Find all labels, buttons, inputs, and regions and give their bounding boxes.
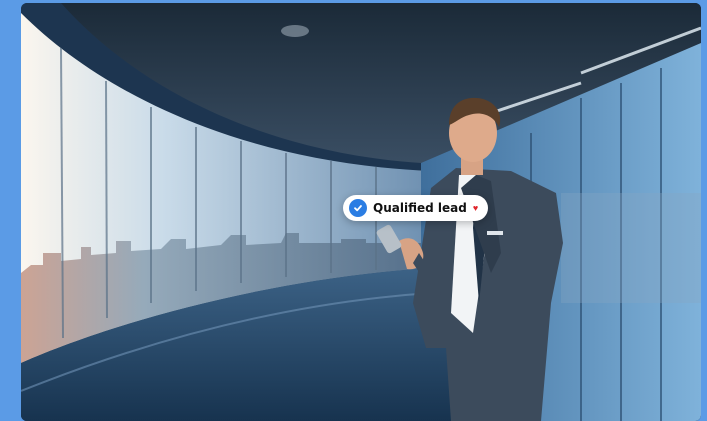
qualified-lead-badge: Qualified lead ♥	[343, 195, 489, 221]
hero-photo: Qualified lead ♥	[21, 3, 701, 421]
check-circle-icon	[349, 199, 367, 217]
heart-icon: ♥	[472, 202, 479, 213]
badge-label: Qualified lead	[373, 201, 467, 215]
